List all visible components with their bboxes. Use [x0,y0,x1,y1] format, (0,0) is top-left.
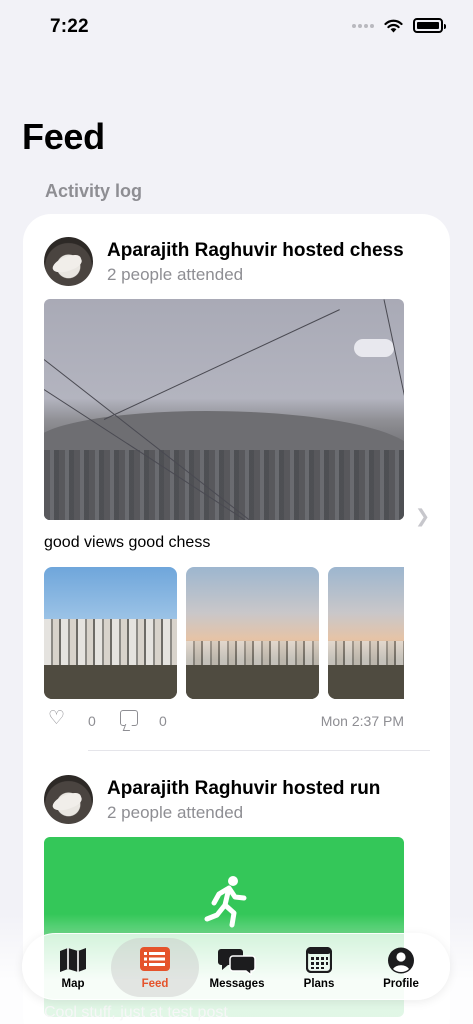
post-title: Aparajith Raghuvir hosted run [107,778,381,799]
photo-thumbnail[interactable] [44,567,177,699]
tab-messages[interactable]: Messages [193,938,281,997]
tab-label: Plans [303,978,335,990]
post-caption: Cool stuff, just at test post [44,1004,228,1021]
chevron-right-icon[interactable]: ❯ [415,506,430,527]
status-time: 7:22 [50,16,89,37]
avatar[interactable] [44,237,93,286]
feed-icon [140,947,170,971]
post-attendance: 2 people attended [107,803,244,822]
photo-thumbnail[interactable] [328,567,404,699]
status-icons [352,18,446,33]
post-attendance: 2 people attended [107,265,244,284]
wifi-icon [384,19,403,32]
post-timestamp: Mon 2:37 PM [320,713,404,729]
comment-icon[interactable] [120,710,138,726]
activity-feed-card[interactable]: Aparajith Raghuvir hosted chess 2 people… [23,214,450,1024]
comment-count: 0 [159,713,167,729]
messages-icon [218,949,256,975]
photo-thumbnails[interactable] [44,567,404,699]
tab-label: Profile [383,978,419,990]
section-label-activity-log: Activity log [45,181,143,201]
divider [88,750,430,751]
battery-icon [413,18,446,33]
tab-feed[interactable]: Feed [111,938,199,997]
post-caption: good views good chess [44,534,211,551]
tab-label: Feed [141,978,169,990]
tab-map[interactable]: Map [29,938,117,997]
post-title: Aparajith Raghuvir hosted chess [107,240,404,261]
photo-thumbnail[interactable] [186,567,319,699]
person-icon [388,947,414,974]
status-bar: 7:22 [0,0,473,54]
cellular-signal-icon [352,23,374,28]
tab-profile[interactable]: Profile [357,938,445,997]
tab-label: Messages [209,978,265,990]
heart-icon[interactable]: ♡ [48,709,65,728]
tab-bar: Map Feed Messages Plans Profile [22,933,450,1000]
calendar-icon [306,947,332,973]
post-main-photo[interactable] [44,299,404,520]
post-actions: ♡ 0 0 Mon 2:37 PM [44,709,404,730]
running-figure-icon [204,876,247,928]
page-title: Feed [22,116,105,157]
tab-plans[interactable]: Plans [275,938,363,997]
avatar[interactable] [44,775,93,824]
map-icon [60,948,86,972]
tab-label: Map [61,978,85,990]
like-count: 0 [88,713,96,729]
